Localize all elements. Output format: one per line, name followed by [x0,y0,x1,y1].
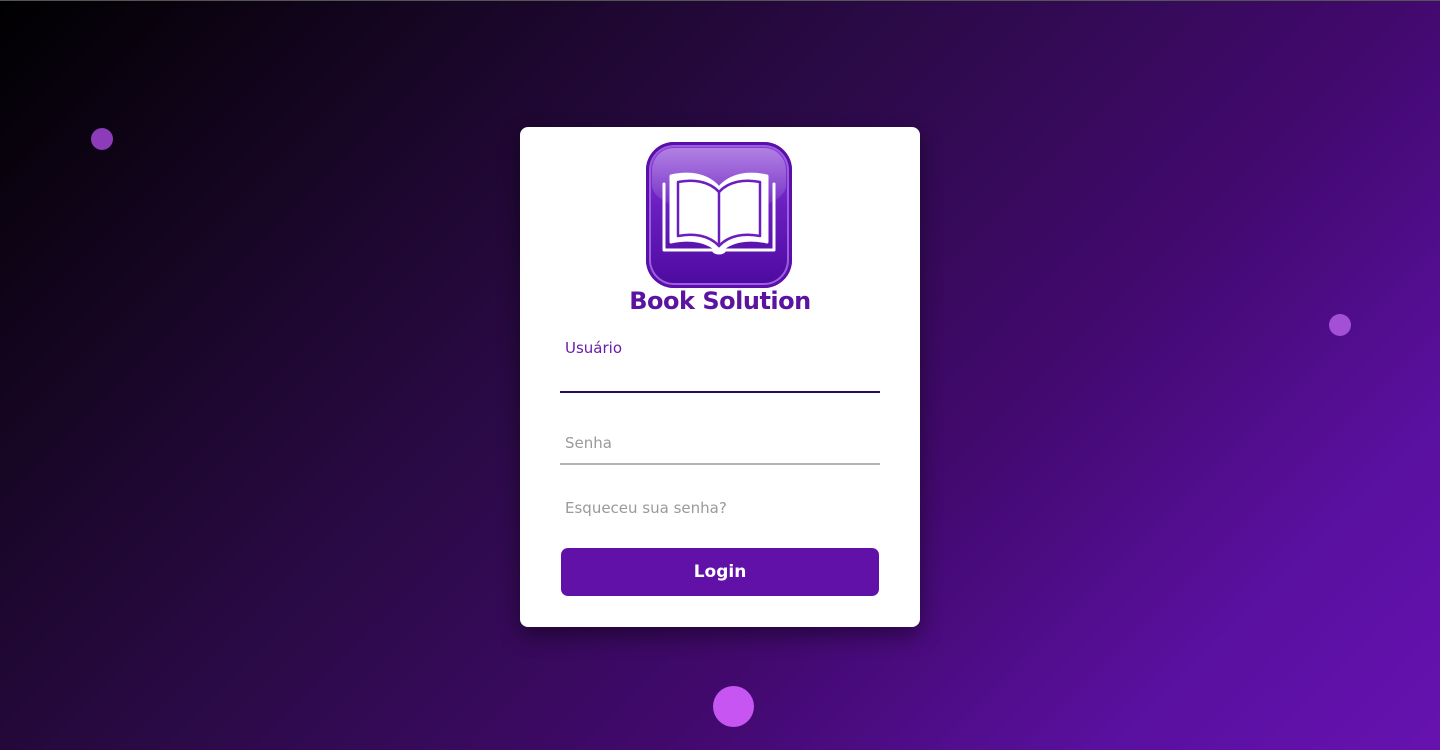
password-input[interactable] [560,437,880,465]
login-card: Book Solution Usuário Senha Esqueceu sua… [520,127,920,627]
login-button[interactable]: Login [561,548,879,596]
username-field: Usuário [560,335,880,395]
decorative-bubble [713,686,754,727]
decorative-bubble [1329,314,1351,336]
password-field: Senha [560,427,880,467]
decorative-bubble [91,128,113,150]
brand-title: Book Solution [629,287,811,315]
username-input[interactable] [560,365,880,393]
open-book-icon [662,172,776,255]
app-logo [646,142,792,288]
username-label: Usuário [565,339,623,357]
forgot-password-link[interactable]: Esqueceu sua senha? [565,499,727,517]
